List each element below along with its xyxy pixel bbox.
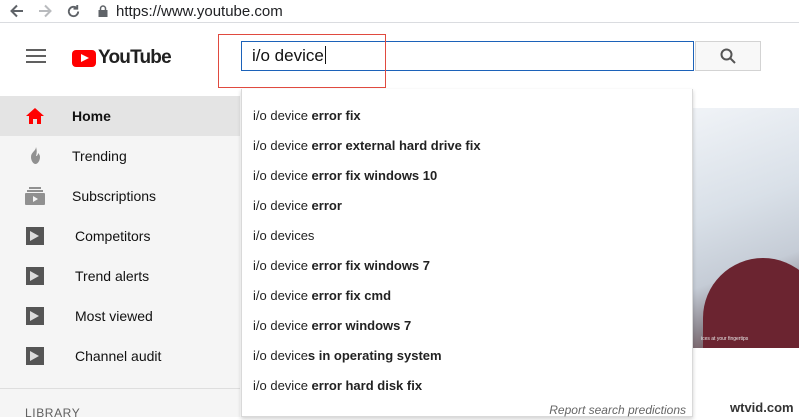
sidebar-item-label: Competitors xyxy=(75,228,151,244)
suggestion-query: i/o device xyxy=(253,138,308,153)
suggestion-item[interactable]: i/o device error windows 7 xyxy=(253,318,411,333)
suggestion-completion: error fix windows 10 xyxy=(307,168,438,183)
subscriptions-icon xyxy=(25,187,45,205)
home-icon xyxy=(26,108,44,124)
search-button[interactable] xyxy=(695,41,761,71)
logo-wordmark: YouTube xyxy=(98,47,172,68)
suggestion-item[interactable]: i/o device error external hard drive fix xyxy=(253,138,481,153)
sidebar-item-channel-audit[interactable]: Channel audit xyxy=(0,336,240,376)
suggestion-item[interactable]: i/o device error fix windows 7 xyxy=(253,258,430,273)
sidebar-item-trending[interactable]: Trending xyxy=(0,136,240,176)
back-icon[interactable] xyxy=(6,0,28,22)
suggestion-item[interactable]: i/o device error xyxy=(253,198,342,213)
sidebar-item-subscriptions[interactable]: Subscriptions xyxy=(0,176,240,216)
person-silhouette xyxy=(703,258,799,348)
channel-icon xyxy=(26,227,44,245)
sidebar-item-label: Trending xyxy=(72,148,127,164)
suggestion-completion: error fix cmd xyxy=(307,288,392,303)
suggestion-query: i/o device xyxy=(253,108,308,123)
video-thumbnail[interactable]: ices at your fingertips xyxy=(693,108,799,348)
sidebar: Home Trending Subscriptions Competitors … xyxy=(0,96,240,417)
suggestion-query: i/o device xyxy=(253,168,308,183)
suggestion-completion: error hard disk fix xyxy=(307,378,423,393)
suggestion-completion: error external hard drive fix xyxy=(307,138,481,153)
trending-icon xyxy=(31,147,40,164)
sidebar-item-most-viewed[interactable]: Most viewed xyxy=(0,296,240,336)
suggestion-query: i/o device xyxy=(253,258,308,273)
suggestion-item[interactable]: i/o devices in operating system xyxy=(253,348,442,363)
channel-icon xyxy=(26,267,44,285)
suggestion-item[interactable]: i/o device error fix xyxy=(253,108,361,123)
suggestion-completion: error xyxy=(307,198,342,213)
address-bar[interactable]: https://www.youtube.com xyxy=(98,3,283,20)
url-text: https://www.youtube.com xyxy=(116,2,283,20)
sidebar-item-label: Channel audit xyxy=(75,348,162,364)
suggestion-item[interactable]: i/o device error fix windows 10 xyxy=(253,168,437,183)
search-suggestions-dropdown: i/o device error fix i/o device error ex… xyxy=(241,89,693,417)
sidebar-item-trend-alerts[interactable]: Trend alerts xyxy=(0,256,240,296)
video-caption: ices at your fingertips xyxy=(701,336,749,342)
suggestion-completion: s xyxy=(307,228,315,243)
library-heading: LIBRARY xyxy=(25,406,81,420)
masthead: YouTube i/o device xyxy=(0,23,799,89)
sidebar-item-label: Most viewed xyxy=(75,308,153,324)
channel-icon xyxy=(26,307,44,325)
sidebar-item-label: Home xyxy=(72,108,111,124)
lock-icon xyxy=(98,5,108,17)
suggestion-completion: error fix xyxy=(307,108,361,123)
suggestion-completion: error windows 7 xyxy=(307,318,412,333)
suggestion-query: i/o device xyxy=(253,348,308,363)
browser-toolbar: https://www.youtube.com xyxy=(0,0,799,23)
suggestion-completion: error fix windows 7 xyxy=(307,258,431,273)
youtube-logo[interactable]: YouTube xyxy=(72,47,172,69)
suggestion-query: i/o device xyxy=(253,288,308,303)
suggestion-query: i/o device xyxy=(253,228,308,243)
suggestion-completion: s in operating system xyxy=(307,348,442,363)
sidebar-divider xyxy=(0,388,240,389)
suggestion-query: i/o device xyxy=(253,198,308,213)
sidebar-item-label: Trend alerts xyxy=(75,268,150,284)
reload-icon[interactable] xyxy=(62,0,84,22)
watermark-text: wtvid.com xyxy=(730,400,794,415)
sidebar-item-home[interactable]: Home xyxy=(0,96,240,136)
search-icon xyxy=(720,48,736,64)
suggestion-item[interactable]: i/o device error fix cmd xyxy=(253,288,391,303)
sidebar-item-competitors[interactable]: Competitors xyxy=(0,216,240,256)
channel-icon xyxy=(26,347,44,365)
play-logo-icon xyxy=(72,49,96,67)
annotation-highlight-box xyxy=(218,34,386,88)
hamburger-menu-icon[interactable] xyxy=(26,49,46,63)
suggestion-item[interactable]: i/o device error hard disk fix xyxy=(253,378,422,393)
report-predictions-link[interactable]: Report search predictions xyxy=(549,403,686,417)
sidebar-item-label: Subscriptions xyxy=(72,188,157,204)
suggestion-item[interactable]: i/o devices xyxy=(253,228,314,243)
suggestion-query: i/o device xyxy=(253,378,308,393)
forward-icon[interactable] xyxy=(34,0,56,22)
suggestion-query: i/o device xyxy=(253,318,308,333)
